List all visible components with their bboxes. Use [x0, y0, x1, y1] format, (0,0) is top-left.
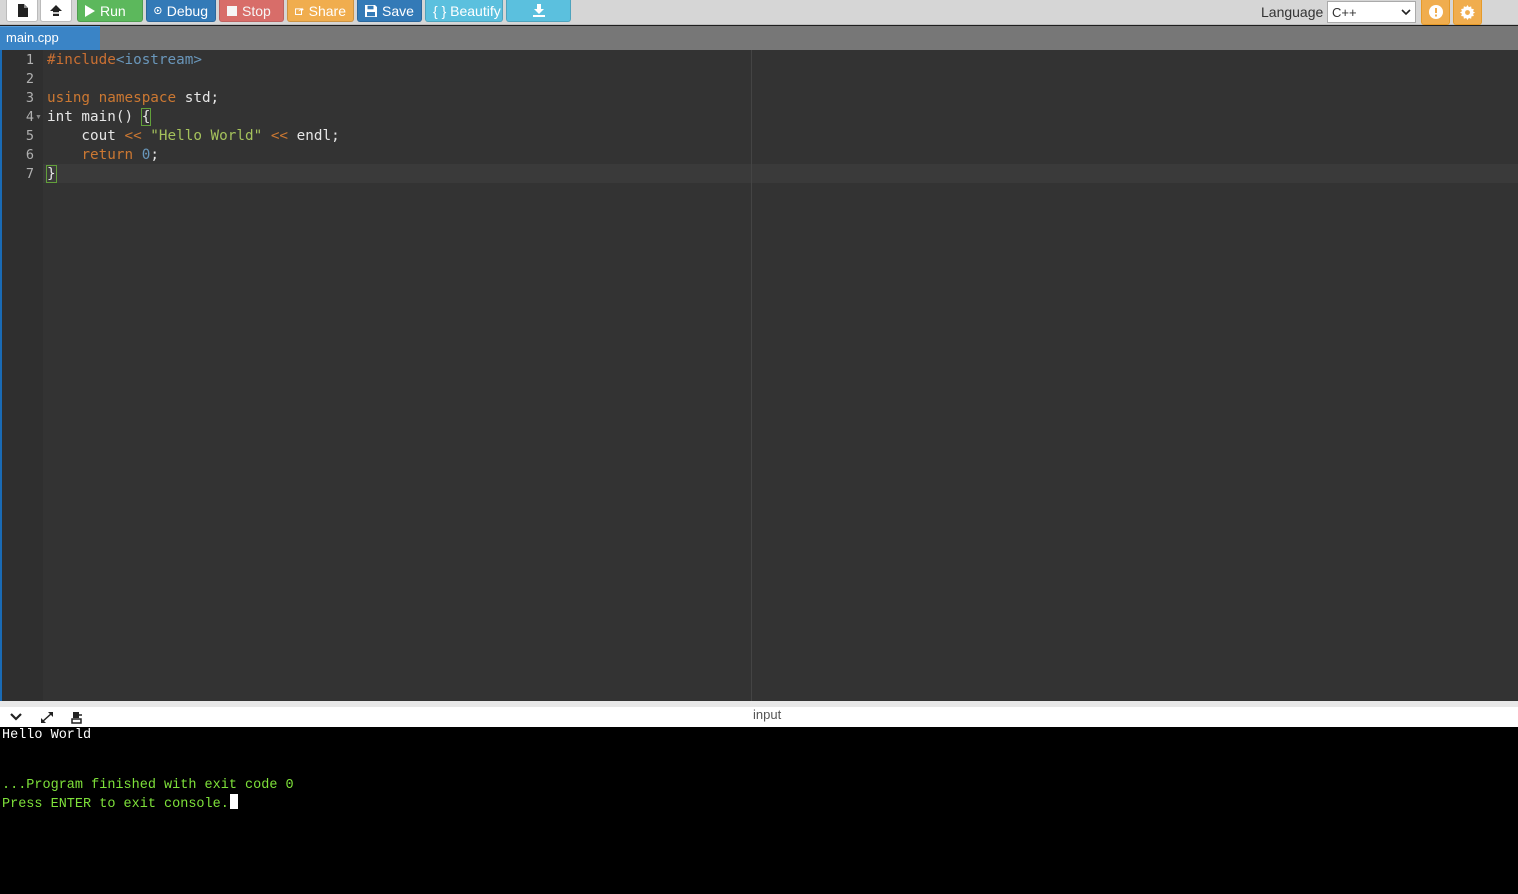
fold-toggle-icon[interactable]: ▼: [35, 114, 42, 121]
console-line: ...Program finished with exit code 0: [2, 778, 294, 793]
language-selected-value: C++: [1332, 4, 1357, 20]
code-line-6: return 0;: [47, 146, 159, 165]
share-icon: [295, 7, 304, 15]
console-header: input: [0, 701, 1518, 727]
code-line-5: cout << "Hello World" << endl;: [47, 127, 340, 146]
gear-icon: [1460, 4, 1475, 20]
info-button[interactable]: [1421, 0, 1450, 25]
code-token: ;: [150, 147, 159, 163]
line-number: 2: [25, 71, 34, 87]
run-button[interactable]: Run: [77, 0, 143, 22]
beautify-button[interactable]: { } Beautify: [425, 0, 503, 22]
stop-label: Stop: [242, 2, 271, 19]
code-token: using: [47, 90, 91, 106]
toolbar: Run Debug Stop Share Save { } Beautify L…: [0, 0, 1518, 25]
save-button[interactable]: Save: [357, 0, 422, 22]
chevron-down-icon: [1401, 9, 1411, 16]
console-line-prompt: Press ENTER to exit console.: [2, 794, 238, 812]
beautify-label: { } Beautify: [433, 2, 501, 19]
save-label: Save: [382, 2, 414, 19]
code-token: return: [81, 147, 134, 163]
code-token: cout: [47, 128, 125, 144]
floppy-disk-icon: [365, 4, 377, 17]
active-line-highlight: [43, 164, 1518, 183]
code-token: "Hello World": [150, 128, 263, 144]
text-cursor: [229, 794, 238, 809]
share-label: Share: [308, 2, 346, 19]
file-tab-bar: main.cpp: [0, 26, 1518, 50]
settings-button[interactable]: [1453, 0, 1482, 25]
file-icon: [17, 4, 28, 17]
console-output[interactable]: Hello World ...Program finished with exi…: [0, 727, 1518, 894]
upload-icon: [50, 5, 62, 16]
share-button[interactable]: Share: [287, 0, 354, 22]
stop-icon: [227, 5, 237, 16]
language-label: Language: [1261, 4, 1324, 20]
line-number: 7: [25, 166, 34, 182]
download-icon: [532, 4, 545, 17]
debug-label: Debug: [166, 2, 208, 19]
code-token: <<: [124, 128, 142, 144]
code-token: {: [140, 108, 152, 126]
line-number: 4: [25, 109, 34, 125]
info-icon: [1428, 5, 1443, 19]
code-line-1: #include<iostream>: [47, 51, 202, 70]
chevron-down-icon[interactable]: [9, 711, 23, 723]
tab-main-cpp[interactable]: main.cpp: [0, 26, 100, 50]
code-token: int main(): [47, 109, 142, 125]
debug-button[interactable]: Debug: [146, 0, 216, 22]
code-token: <<: [270, 128, 289, 144]
print-margin: [751, 50, 752, 701]
line-number: 1: [25, 52, 34, 68]
download-button[interactable]: [506, 0, 571, 22]
code-token: endl;: [288, 128, 340, 144]
code-token: }: [46, 165, 57, 183]
code-token: <iostream>: [115, 52, 202, 68]
code-token: std;: [176, 90, 220, 106]
language-select[interactable]: C++: [1327, 1, 1416, 23]
code-line-3: using namespace std;: [47, 89, 219, 108]
line-number: 6: [25, 147, 34, 163]
code-line-7: }: [46, 165, 57, 184]
input-tab[interactable]: input: [753, 707, 781, 722]
run-label: Run: [100, 2, 126, 19]
new-file-button[interactable]: [6, 0, 38, 22]
console-line: Press ENTER to exit console.: [2, 797, 229, 812]
stop-button[interactable]: Stop: [219, 0, 284, 22]
code-token: #include: [47, 52, 116, 68]
debug-icon: [154, 6, 162, 15]
upload-button[interactable]: [40, 0, 72, 22]
line-number: 5: [25, 128, 34, 144]
code-token: namespace: [98, 90, 177, 106]
expand-icon[interactable]: [40, 711, 54, 724]
console-line: Hello World: [2, 728, 92, 743]
line-number-gutter: 1 2 3 4 ▼ 5 6 7: [0, 50, 43, 701]
eraser-icon[interactable]: [70, 711, 84, 724]
code-editor[interactable]: 1 2 3 4 ▼ 5 6 7 #include<iostream> using…: [0, 50, 1518, 701]
line-number: 3: [25, 90, 34, 106]
play-icon: [85, 4, 95, 17]
code-line-4: int main() {: [47, 108, 152, 127]
